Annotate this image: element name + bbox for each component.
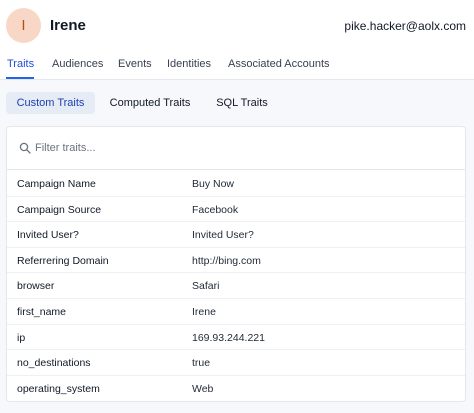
tab-identities[interactable]: Identities [167,58,211,70]
table-row: Referrering Domain http://bing.com [7,248,465,274]
traits-list: Campaign Name Buy Now Campaign Source Fa… [7,171,465,401]
avatar: I [6,8,41,43]
trait-key: browser [17,280,55,293]
trait-key: Campaign Name [17,178,96,190]
filter-bar [7,127,465,170]
trait-key: no_destinations [17,357,91,370]
trait-key: Campaign Source [17,203,102,216]
trait-value: Facebook [192,203,239,216]
trait-value: true [192,357,211,370]
table-row: browser Safari [7,273,465,299]
subtab-custom-traits[interactable]: Custom Traits [6,92,95,114]
table-row: operating_system Web [7,376,465,402]
active-tab-indicator [6,77,34,79]
trait-value: 169.93.244.221 [192,331,265,344]
filter-traits-input[interactable] [35,142,415,154]
tab-audiences[interactable]: Audiences [52,58,103,70]
user-email: pike.hacker@aolx.com [344,19,466,33]
search-icon [19,142,31,154]
table-row: Campaign Name Buy Now [7,171,465,197]
trait-key: Referrering Domain [17,254,109,267]
subtab-sql-traits[interactable]: SQL Traits [208,92,276,114]
trait-key: Invited User? [17,229,79,242]
trait-key: first_name [17,305,67,318]
subtab-computed-traits[interactable]: Computed Traits [104,92,196,114]
trait-value: Buy Now [192,178,235,190]
trait-key: operating_system [17,382,100,395]
trait-value: Invited User? [192,229,254,242]
trait-value: Safari [192,280,220,293]
user-name: Irene [50,17,86,34]
profile-tabs: Traits Audiences Events Identities Assoc… [0,52,474,80]
table-row: ip 169.93.244.221 [7,325,465,351]
tab-events[interactable]: Events [118,58,152,70]
tab-traits[interactable]: Traits [7,58,34,70]
tab-associated-accounts[interactable]: Associated Accounts [228,58,330,70]
table-row: first_name Irene [7,299,465,325]
trait-value: http://bing.com [192,254,261,267]
trait-value: Web [192,382,214,395]
table-row: Invited User? Invited User? [7,222,465,248]
table-row: no_destinations true [7,350,465,376]
traits-table: Campaign Name Buy Now Campaign Source Fa… [6,126,466,402]
table-row: Campaign Source Facebook [7,197,465,223]
trait-key: ip [17,331,26,344]
trait-value: Irene [192,305,216,318]
profile-header: I Irene pike.hacker@aolx.com Traits Audi… [0,0,474,80]
